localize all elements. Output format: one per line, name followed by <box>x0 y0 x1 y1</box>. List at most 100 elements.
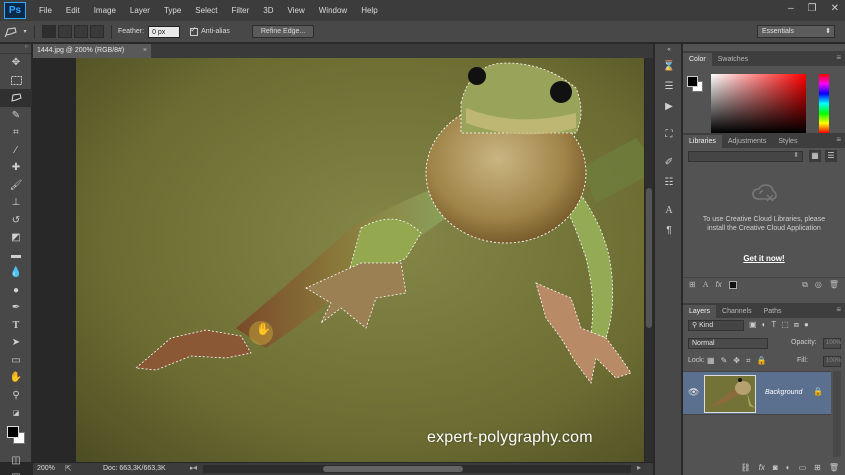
actions-panel-icon[interactable]: ▶ <box>655 96 683 116</box>
rectangle-tool-icon[interactable]: ▭ <box>0 352 32 370</box>
color-picker-field[interactable] <box>711 74 806 133</box>
intersect-selection-icon[interactable] <box>90 25 104 38</box>
quick-mask-icon[interactable]: ◫ <box>0 452 32 470</box>
subtract-from-selection-icon[interactable] <box>74 25 88 38</box>
new-group-icon[interactable]: ▭ <box>799 463 807 472</box>
library-select[interactable]: ⬍ <box>688 151 803 162</box>
workspace-select[interactable]: Essentials ⬍ <box>757 25 835 38</box>
cloud-sync-icon[interactable]: ⧉ <box>802 280 808 290</box>
filter-toggle-icon[interactable]: ● <box>804 320 809 330</box>
tab-swatches[interactable]: Swatches <box>712 53 754 66</box>
zoom-tool-icon[interactable]: ⚲ <box>0 387 32 405</box>
stock-icon[interactable]: ◎ <box>815 280 822 289</box>
feather-input[interactable]: 0 px <box>148 25 181 38</box>
adjustment-filter-icon[interactable]: ◐ <box>762 320 767 330</box>
menu-help[interactable]: Help <box>354 6 384 15</box>
minimize-button[interactable]: – <box>788 3 794 14</box>
scroll-right-icon[interactable]: ▸ <box>637 463 641 472</box>
move-tool-icon[interactable]: ✥ <box>0 54 32 72</box>
character-panel-icon[interactable]: A <box>655 200 683 220</box>
blur-tool-icon[interactable]: 💧 <box>0 264 32 282</box>
vertical-scrollbar[interactable] <box>645 58 653 462</box>
list-view-icon[interactable]: ☰ <box>825 150 837 162</box>
maximize-button[interactable]: ❐ <box>808 3 817 14</box>
export-icon[interactable]: ⇱ <box>65 464 72 473</box>
foreground-color-swatch[interactable] <box>7 425 19 438</box>
scrollbar-thumb[interactable] <box>323 466 463 472</box>
eyedropper-tool-icon[interactable]: ⁄ <box>0 142 32 160</box>
layer-style-icon[interactable]: fx <box>759 463 765 472</box>
text-style-icon[interactable]: A <box>703 280 709 289</box>
menu-filter[interactable]: Filter <box>225 6 257 15</box>
layers-scrollbar[interactable] <box>833 371 841 457</box>
menu-window[interactable]: Window <box>312 6 354 15</box>
new-layer-icon[interactable]: ⊞ <box>814 463 821 472</box>
color-chip-icon[interactable] <box>728 280 737 289</box>
add-content-icon[interactable]: ⊞ <box>689 280 696 289</box>
shape-filter-icon[interactable]: ⬚ <box>781 320 789 330</box>
menu-view[interactable]: View <box>281 6 312 15</box>
scroll-left-icon[interactable]: ◂ <box>193 463 197 472</box>
eraser-tool-icon[interactable]: ◩ <box>0 229 32 247</box>
path-selection-tool-icon[interactable]: ➤ <box>0 334 32 352</box>
lasso-tool-preset-icon[interactable] <box>4 25 18 39</box>
chevron-down-icon[interactable]: ▾ <box>22 25 28 39</box>
pen-tool-icon[interactable]: ✒ <box>0 299 32 317</box>
type-filter-icon[interactable]: T <box>771 320 776 330</box>
tab-paths[interactable]: Paths <box>758 305 788 318</box>
fill-input[interactable]: 100% <box>823 356 841 367</box>
quick-selection-tool-icon[interactable]: ✎ <box>0 107 32 125</box>
menu-layer[interactable]: Layer <box>123 6 157 15</box>
add-to-selection-icon[interactable] <box>58 25 72 38</box>
lock-position-icon[interactable]: ✥ <box>733 356 740 366</box>
layer-name[interactable]: Background <box>765 389 802 396</box>
menu-file[interactable]: File <box>32 6 59 15</box>
close-button[interactable]: ✕ <box>831 3 839 14</box>
default-colors-icon[interactable]: ◪ <box>0 404 32 422</box>
close-tab-icon[interactable]: × <box>143 44 147 58</box>
lasso-tool-icon[interactable] <box>0 89 32 107</box>
get-it-now-link[interactable]: Get it now! <box>683 254 845 263</box>
gradient-tool-icon[interactable]: ▬ <box>0 247 32 265</box>
document-canvas[interactable]: ✋ <box>76 58 644 462</box>
layer-row[interactable]: 👁 Background 🔒 <box>683 371 831 415</box>
document-tab[interactable]: 1444.jpg @ 200% (RGB/8#) × <box>33 44 151 58</box>
menu-edit[interactable]: Edit <box>59 6 87 15</box>
lock-artboard-icon[interactable]: ⌗ <box>746 356 751 366</box>
history-panel-icon[interactable]: ⌛ <box>655 56 683 76</box>
lock-transparent-icon[interactable]: ▦ <box>707 356 715 366</box>
healing-brush-tool-icon[interactable]: ✚ <box>0 159 32 177</box>
menu-3d[interactable]: 3D <box>256 6 280 15</box>
paragraph-panel-icon[interactable]: ¶ <box>655 220 683 240</box>
layer-filter-select[interactable]: ⚲ Kind <box>688 320 744 331</box>
tab-libraries[interactable]: Libraries <box>683 135 722 148</box>
pixel-filter-icon[interactable]: ▣ <box>749 320 757 330</box>
blend-mode-select[interactable]: Normal <box>688 338 768 349</box>
horizontal-scrollbar[interactable]: ◂ ▸ <box>193 463 641 473</box>
tab-channels[interactable]: Channels <box>716 305 758 318</box>
panel-grip-icon[interactable]: » <box>0 44 31 54</box>
dodge-tool-icon[interactable]: ● <box>0 282 32 300</box>
brush-presets-icon[interactable]: ☷ <box>655 172 683 192</box>
hand-tool-icon[interactable]: ✋ <box>0 369 32 387</box>
screen-mode-icon[interactable]: ▣ <box>0 469 32 475</box>
panel-menu-icon[interactable]: ≡ <box>836 135 841 144</box>
scrollbar-thumb[interactable] <box>646 188 652 328</box>
tab-layers[interactable]: Layers <box>683 305 717 318</box>
add-mask-icon[interactable]: ◙ <box>773 463 778 472</box>
collapse-panels-icon[interactable]: « <box>655 44 683 56</box>
grid-view-icon[interactable]: ▦ <box>809 150 821 162</box>
adjust-panel-icon[interactable]: ⛶ <box>655 124 683 144</box>
refine-edge-button[interactable]: Refine Edge... <box>251 25 315 38</box>
panel-menu-icon[interactable]: ≡ <box>836 305 841 314</box>
adjustment-layer-icon[interactable]: ◐ <box>786 463 791 472</box>
foreground-color-chip[interactable] <box>687 76 698 87</box>
properties-panel-icon[interactable]: ☰ <box>655 76 683 96</box>
trash-icon[interactable]: 🗑 <box>829 463 839 472</box>
crop-tool-icon[interactable]: ⌗ <box>0 124 32 142</box>
lock-pixels-icon[interactable]: ✎ <box>721 356 728 366</box>
brush-tool-icon[interactable]: 🖌 <box>0 177 32 195</box>
panel-menu-icon[interactable]: ≡ <box>836 53 841 62</box>
history-brush-tool-icon[interactable]: ↺ <box>0 212 32 230</box>
type-tool-icon[interactable]: T <box>0 317 32 335</box>
